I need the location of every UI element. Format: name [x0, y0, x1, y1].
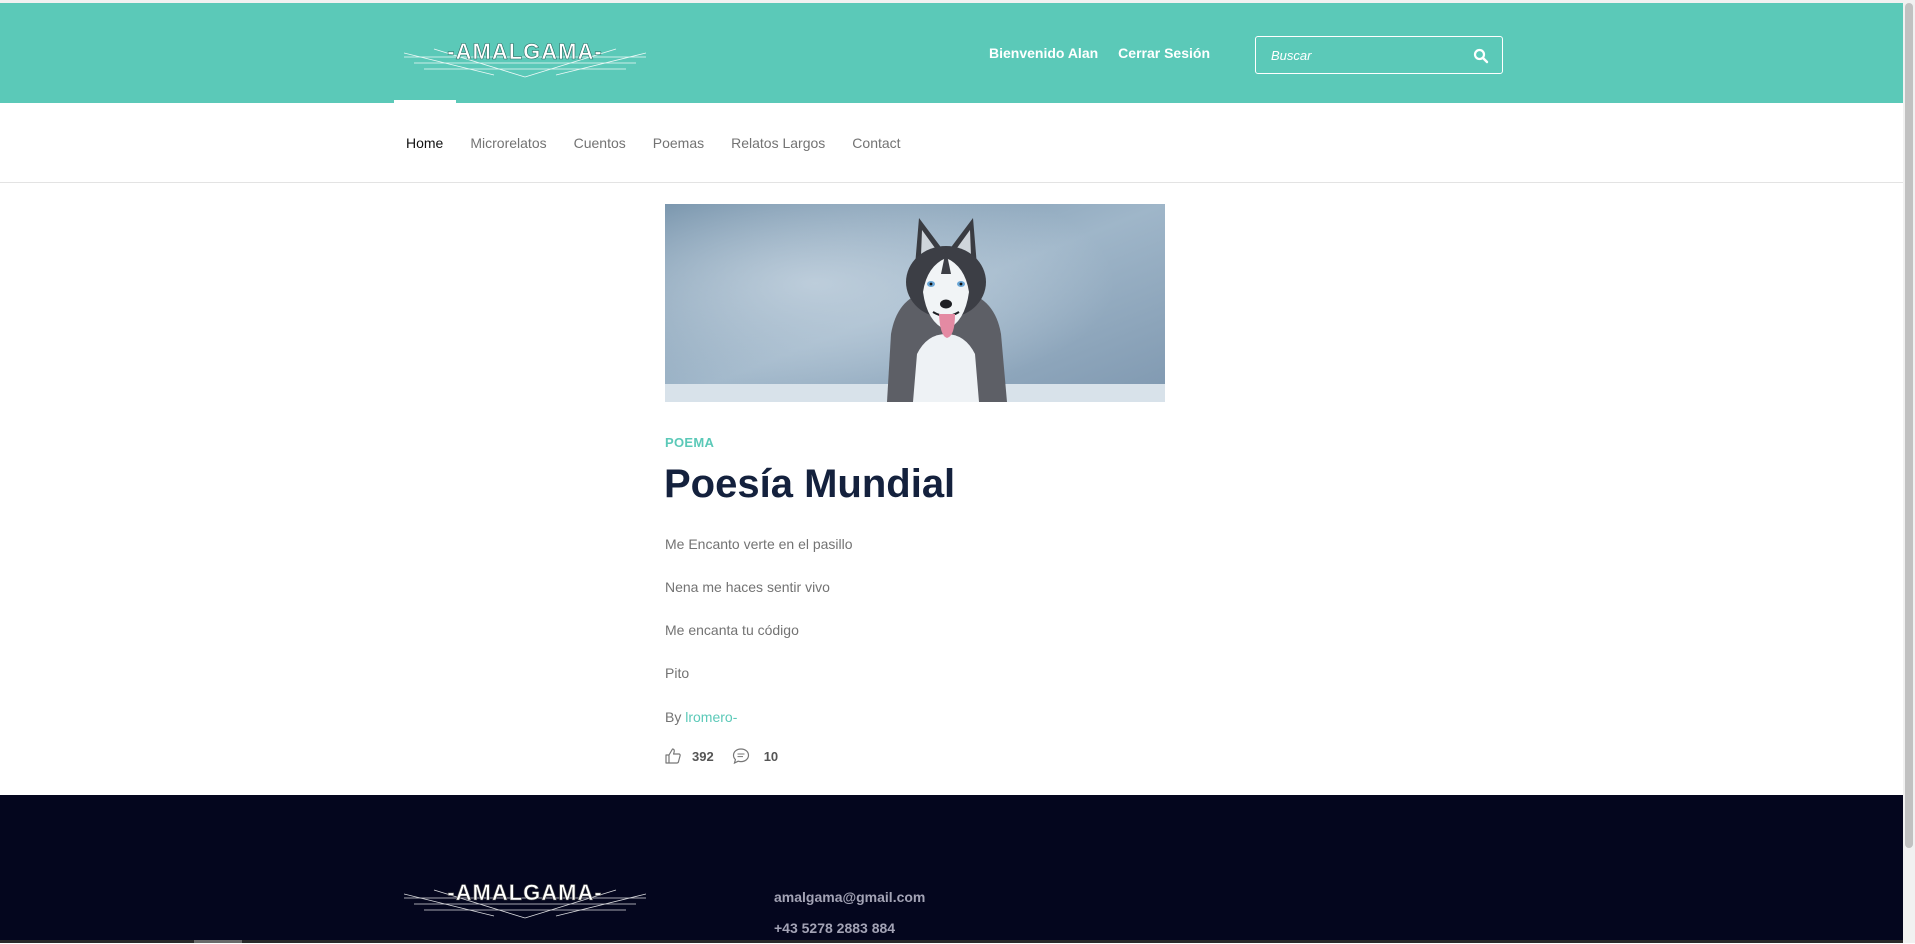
search-icon[interactable] [1473, 48, 1489, 64]
footer-contact: amalgama@gmail.com +43 5278 2883 884 [774, 882, 925, 944]
thumbs-up-icon[interactable] [664, 747, 682, 765]
poem-line: Pito [665, 665, 690, 681]
poem-line: Me Encanto verte en el pasillo [665, 536, 853, 552]
nav-item-poemas[interactable]: Poemas [653, 135, 704, 151]
svg-text:-AMALGAMA-: -AMALGAMA- [447, 880, 602, 905]
search-box [1255, 36, 1503, 74]
nav-item-microrelatos[interactable]: Microrelatos [470, 135, 546, 151]
welcome-link[interactable]: Bienvenido Alan [989, 45, 1098, 65]
comments-count: 10 [763, 748, 779, 764]
nav-item-contact[interactable]: Contact [852, 135, 900, 151]
post-hero-image [665, 204, 1165, 402]
footer-logo[interactable]: -AMALGAMA- [403, 872, 647, 922]
comment-icon[interactable] [732, 747, 750, 765]
post-stats: 392 10 [664, 747, 778, 765]
nav-item-cuentos[interactable]: Cuentos [574, 135, 626, 151]
poem-line: Me encanta tu código [665, 622, 799, 638]
nav-item-relatos-largos[interactable]: Relatos Largos [731, 135, 825, 151]
poem-line: Nena me haces sentir vivo [665, 579, 830, 595]
byline-label: By [665, 709, 682, 725]
nav-item-home[interactable]: Home [406, 135, 443, 151]
user-nav: Bienvenido Alan Cerrar Sesión [989, 45, 1210, 65]
scrollbar-thumb[interactable] [1905, 3, 1913, 848]
footer-email[interactable]: amalgama@gmail.com [774, 882, 925, 913]
author-link[interactable]: lromero- [685, 709, 737, 725]
likes-count: 392 [692, 748, 714, 764]
svg-text:-AMALGAMA-: -AMALGAMA- [447, 39, 602, 64]
post-byline: By lromero- [665, 709, 737, 725]
main-navbar: Home Microrelatos Cuentos Poemas Relatos… [0, 103, 1903, 183]
site-logo[interactable]: -AMALGAMA- [404, 31, 646, 81]
post-title: Poesía Mundial [664, 462, 956, 506]
search-input[interactable] [1256, 37, 1456, 73]
site-footer: -AMALGAMA- amalgama@gmail.com +43 5278 2… [0, 795, 1903, 943]
logout-link[interactable]: Cerrar Sesión [1118, 45, 1210, 65]
site-header: -AMALGAMA- Bienvenido Alan Cerrar Sesión [0, 3, 1903, 103]
post-category[interactable]: POEMA [665, 435, 714, 450]
